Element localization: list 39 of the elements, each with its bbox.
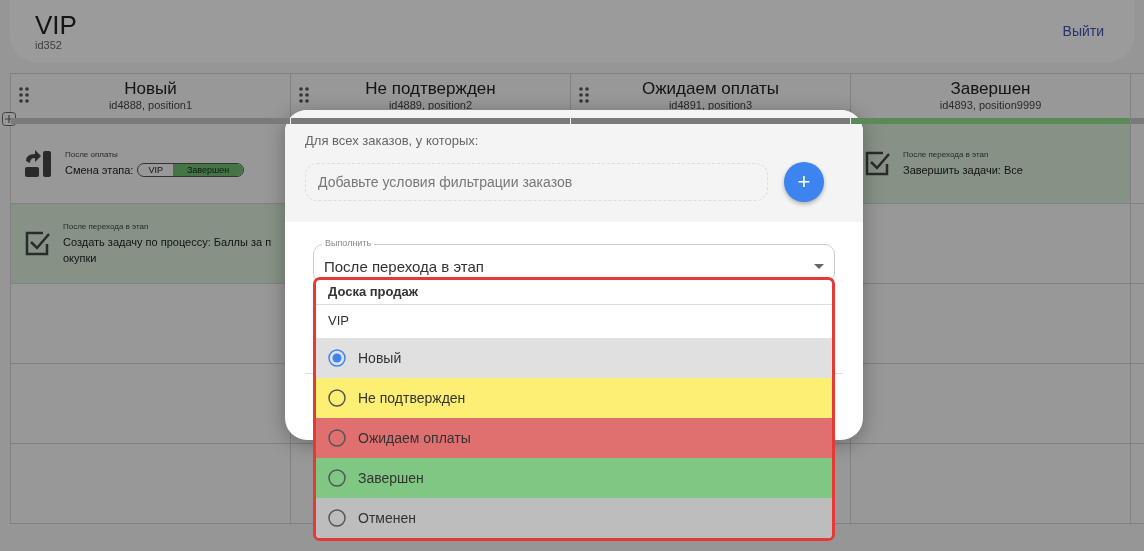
- filter-field[interactable]: Добавьте условия фильтрации заказов: [305, 163, 768, 201]
- filter-label: Для всех заказов, у которых:: [305, 133, 480, 148]
- stage-change-icon: [23, 148, 53, 179]
- card-trigger: После оплаты: [65, 149, 119, 159]
- dropdown-subgroup-title: VIP: [327, 312, 350, 330]
- checkbox-check-icon: [23, 229, 51, 258]
- drag-handle-icon[interactable]: [579, 87, 589, 103]
- add-condition-button[interactable]: +: [784, 162, 824, 202]
- card-action: Смена этапа:: [65, 162, 134, 178]
- column-meta: id4891, position3: [668, 99, 753, 111]
- card-trigger: После перехода в этап: [903, 149, 990, 159]
- checkbox-check-icon: [863, 149, 891, 178]
- caret-icon: [814, 263, 824, 270]
- stage-option[interactable]: Не подтвержден: [316, 378, 832, 418]
- column-meta: id4888, position1: [108, 99, 193, 111]
- column-title: Ожидаем оплаты: [642, 78, 779, 99]
- card-action: Создать задачу по процессу: Баллы за покупки: [63, 234, 273, 266]
- stage-option[interactable]: Отменен: [316, 498, 832, 538]
- column-meta: id4889, position2: [388, 99, 473, 111]
- logout-link[interactable]: Выйти: [1062, 23, 1104, 39]
- column-meta: id4893, position9999: [939, 99, 1042, 111]
- board-title: VIP: [35, 11, 77, 39]
- board-id: id352: [35, 39, 63, 51]
- column-title: Завершен: [950, 78, 1031, 99]
- drag-handle-icon[interactable]: [19, 87, 29, 103]
- radio-icon: [328, 469, 346, 487]
- stage-option[interactable]: Новый: [316, 338, 832, 378]
- stage-option[interactable]: Завершен: [316, 458, 832, 498]
- column-title: Не подтвержден: [365, 78, 496, 99]
- drag-handle-icon[interactable]: [299, 87, 309, 103]
- card-trigger: После перехода в этап: [63, 221, 150, 231]
- radio-icon: [328, 429, 346, 447]
- stage-option[interactable]: Ожидаем оплаты: [316, 418, 832, 458]
- radio-icon: [328, 509, 346, 527]
- radio-icon: [328, 389, 346, 407]
- dropdown-group-title: Доска продаж: [316, 280, 832, 305]
- card-action: Завершить задачи: Все: [903, 162, 1024, 178]
- radio-icon: [328, 349, 346, 367]
- column-title: Новый: [124, 78, 177, 99]
